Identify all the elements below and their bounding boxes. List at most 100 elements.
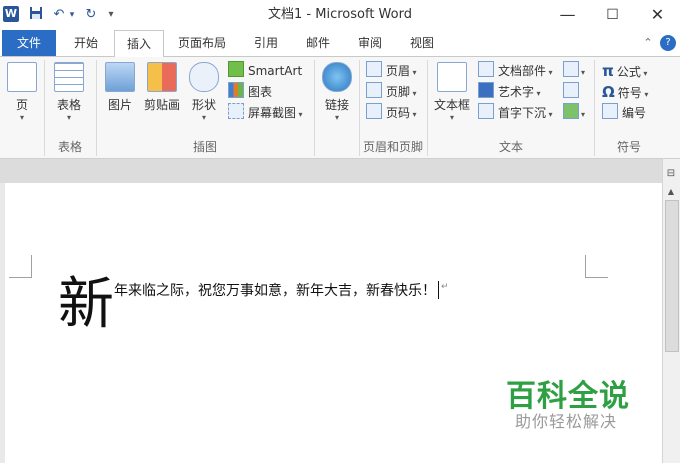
page-number-button[interactable]: 页码 ▾ <box>366 103 417 123</box>
dropcap-character[interactable]: 新 <box>58 270 114 340</box>
signature-line-icon <box>563 61 579 77</box>
clipart-button[interactable]: 剪贴画 <box>141 60 183 113</box>
group-label-text: 文本 <box>498 140 523 154</box>
tab-insert[interactable]: 插入 <box>114 30 164 58</box>
tab-file[interactable]: 文件 <box>2 30 56 56</box>
date-time-icon <box>563 82 579 98</box>
textbox-button[interactable]: 文本框 ▾ <box>432 60 472 122</box>
number-icon <box>602 103 618 119</box>
dropcap-button[interactable]: 首字下沉 ▾ <box>478 103 553 123</box>
footer-label: 页脚 <box>386 85 411 99</box>
chart-icon <box>228 82 244 98</box>
group-label-tables: 表格 <box>57 140 82 154</box>
scrollbar-thumb[interactable] <box>665 200 679 352</box>
chart-button[interactable]: 图表 <box>228 82 272 102</box>
symbol-dropdown-icon: ▾ <box>641 90 649 99</box>
dropcap-icon <box>478 103 494 119</box>
textbox-dropdown-icon: ▾ <box>449 113 454 122</box>
screenshot-dropdown-icon: ▾ <box>296 110 303 119</box>
document-top-strip <box>0 159 662 183</box>
footer-icon <box>366 82 382 98</box>
page-icon <box>7 62 37 92</box>
group-divider <box>314 60 315 156</box>
margin-corner-mark <box>9 255 32 278</box>
footer-button[interactable]: 页脚 ▾ <box>366 82 417 102</box>
group-label-symbols: 符号 <box>616 140 641 154</box>
clipart-icon <box>147 62 177 92</box>
shapes-label: 形状 <box>191 98 216 112</box>
wordart-button[interactable]: 艺术字 ▾ <box>478 82 541 102</box>
pages-label: 页 <box>15 98 28 112</box>
tab-home[interactable]: 开始 <box>62 30 110 56</box>
picture-icon <box>105 62 135 92</box>
group-divider <box>96 60 97 156</box>
object-icon <box>563 103 579 119</box>
smartart-icon <box>228 61 244 77</box>
chart-label: 图表 <box>248 85 273 99</box>
maximize-button[interactable]: ☐ <box>590 0 635 30</box>
shapes-button[interactable]: 形状 ▾ <box>187 60 221 122</box>
footer-dropdown-icon: ▾ <box>410 89 417 98</box>
group-divider <box>427 60 428 156</box>
picture-label: 图片 <box>107 98 132 112</box>
quick-parts-icon <box>478 61 494 77</box>
tab-mailings[interactable]: 邮件 <box>296 30 340 56</box>
signature-line-button[interactable]: ▾ <box>563 61 585 81</box>
textbox-icon <box>437 62 467 92</box>
pages-button[interactable]: 页 ▾ <box>6 60 38 122</box>
help-icon[interactable]: ? <box>660 35 676 51</box>
pi-icon: π <box>602 62 614 80</box>
clipart-label: 剪贴画 <box>143 98 180 112</box>
scroll-up-icon[interactable]: ▲ <box>664 186 678 198</box>
number-label: 编号 <box>622 106 647 120</box>
header-icon <box>366 61 382 77</box>
dropcap-label: 首字下沉 <box>498 106 547 120</box>
links-label: 链接 <box>324 98 349 112</box>
header-button[interactable]: 页眉 ▾ <box>366 61 417 81</box>
number-button[interactable]: 编号 <box>602 103 646 123</box>
page-number-label: 页码 <box>386 106 411 120</box>
table-icon <box>54 62 84 92</box>
page-number-dropdown-icon: ▾ <box>410 110 417 119</box>
symbol-label: 符号 <box>617 86 642 100</box>
ruler-toggle-icon[interactable]: ⊟ <box>664 167 678 181</box>
header-dropdown-icon: ▾ <box>410 68 417 77</box>
dropcap-dropdown-icon: ▾ <box>546 110 553 119</box>
close-button[interactable]: ✕ <box>635 0 680 30</box>
omega-icon: Ω <box>602 83 615 101</box>
quick-parts-button[interactable]: 文档部件 ▾ <box>478 61 553 81</box>
tab-references[interactable]: 引用 <box>244 30 288 56</box>
textbox-label: 文本框 <box>433 98 470 112</box>
shapes-icon <box>189 62 219 92</box>
picture-button[interactable]: 图片 <box>102 60 138 113</box>
tab-review[interactable]: 审阅 <box>348 30 392 56</box>
tab-page-layout[interactable]: 页面布局 <box>170 30 234 56</box>
minimize-button[interactable]: — <box>545 0 590 30</box>
group-divider <box>594 60 595 156</box>
equation-label: 公式 <box>616 65 641 79</box>
table-dropdown-icon: ▾ <box>66 113 71 122</box>
margin-corner-mark <box>585 255 608 278</box>
date-time-button[interactable] <box>563 82 583 102</box>
object-button[interactable]: ▾ <box>563 103 585 123</box>
screenshot-button[interactable]: 屏幕截图 ▾ <box>228 103 303 123</box>
symbol-button[interactable]: Ω 符号 ▾ <box>602 82 648 102</box>
equation-dropdown-icon: ▾ <box>640 69 648 78</box>
page-number-icon <box>366 103 382 119</box>
wordart-icon <box>478 82 494 98</box>
smartart-label: SmartArt <box>248 64 303 78</box>
collapse-ribbon-icon[interactable]: ⌃ <box>640 30 656 56</box>
pages-dropdown-icon: ▾ <box>19 113 24 122</box>
paragraph-mark-icon: ↵ <box>441 282 449 292</box>
equation-button[interactable]: π 公式 ▾ <box>602 61 647 81</box>
globe-link-icon <box>322 62 352 92</box>
links-button[interactable]: 链接 ▾ <box>318 60 356 122</box>
quick-parts-label: 文档部件 <box>498 64 547 78</box>
document-text-line[interactable]: 年来临之际，祝您万事如意，新年大吉，新春快乐！ <box>114 280 436 300</box>
tab-view[interactable]: 视图 <box>400 30 444 56</box>
shapes-dropdown-icon: ▾ <box>201 113 206 122</box>
object-dropdown-icon: ▾ <box>581 110 586 119</box>
table-button[interactable]: 表格 ▾ <box>50 60 88 122</box>
smartart-button[interactable]: SmartArt <box>228 61 302 81</box>
watermark-subtitle: 助你轻松解决 <box>515 412 618 431</box>
